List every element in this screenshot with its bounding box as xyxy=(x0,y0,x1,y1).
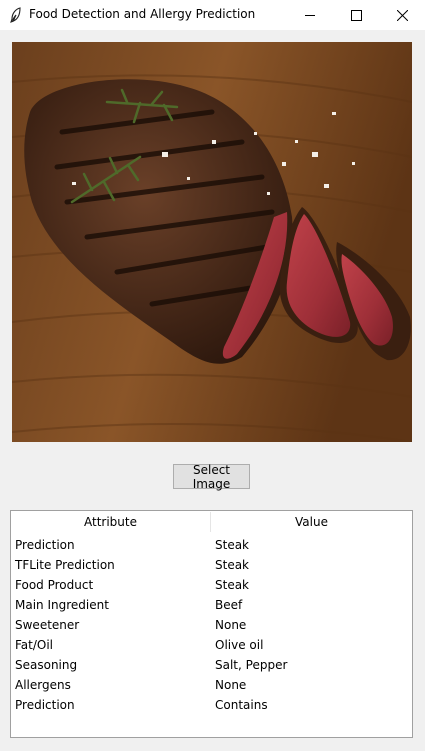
column-header-attribute[interactable]: Attribute xyxy=(11,511,210,533)
value-cell: Steak xyxy=(215,578,250,592)
table-row[interactable]: Fat/Oil Olive oil xyxy=(11,635,412,655)
maximize-icon xyxy=(350,9,362,21)
select-image-button[interactable]: Select Image xyxy=(173,463,250,491)
maximize-button[interactable] xyxy=(333,0,379,30)
attribute-cell: Fat/Oil xyxy=(15,638,54,652)
title-bar[interactable]: Food Detection and Allergy Prediction xyxy=(0,0,425,30)
close-icon xyxy=(396,9,408,21)
value-cell: None xyxy=(215,618,247,632)
attribute-cell: Main Ingredient xyxy=(15,598,109,612)
steak-photo-illustration xyxy=(12,42,412,442)
attribute-cell: Sweetener xyxy=(15,618,80,632)
value-cell: Beef xyxy=(215,598,243,612)
attribute-cell: Prediction xyxy=(15,538,75,552)
minimize-icon xyxy=(304,14,315,16)
feather-icon xyxy=(10,7,21,23)
table-row[interactable]: Allergens None xyxy=(11,675,412,695)
value-cell: Steak xyxy=(215,558,250,572)
table-header: Attribute Value xyxy=(11,511,412,533)
table-row[interactable]: Prediction Steak xyxy=(11,535,412,555)
attribute-cell: Seasoning xyxy=(15,658,78,672)
table-row[interactable]: TFLite Prediction Steak xyxy=(11,555,412,575)
attribute-cell: TFLite Prediction xyxy=(15,558,115,572)
attribute-table[interactable]: Attribute Value Prediction Steak TFLite … xyxy=(10,510,413,738)
column-header-value[interactable]: Value xyxy=(211,511,412,533)
table-row[interactable]: Prediction Contains xyxy=(11,695,412,715)
value-cell: None xyxy=(215,678,247,692)
table-row[interactable]: Seasoning Salt, Pepper xyxy=(11,655,412,675)
table-row[interactable]: Main Ingredient Beef xyxy=(11,595,412,615)
attribute-cell: Allergens xyxy=(15,678,71,692)
value-cell: Steak xyxy=(215,538,250,552)
value-cell: Contains xyxy=(215,698,268,712)
value-cell: Olive oil xyxy=(215,638,264,652)
food-image xyxy=(12,42,412,442)
window-title: Food Detection and Allergy Prediction xyxy=(29,7,256,21)
attribute-cell: Food Product xyxy=(15,578,94,592)
close-button[interactable] xyxy=(379,0,425,30)
table-row[interactable]: Sweetener None xyxy=(11,615,412,635)
table-row[interactable]: Food Product Steak xyxy=(11,575,412,595)
attribute-cell: Prediction xyxy=(15,698,75,712)
value-cell: Salt, Pepper xyxy=(215,658,288,672)
minimize-button[interactable] xyxy=(287,0,333,30)
